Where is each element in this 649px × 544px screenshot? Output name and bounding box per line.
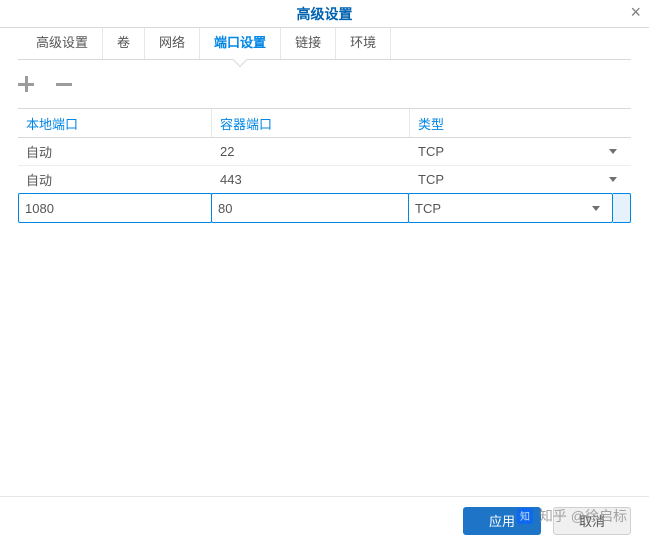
cancel-button[interactable]: 取消 — [553, 507, 631, 535]
cell-type: TCP — [410, 144, 631, 159]
port-table: 本地端口 容器端口 类型 自动 22 TCP 自动 443 TCP — [18, 108, 631, 223]
select-highlight — [613, 193, 631, 223]
plus-icon[interactable] — [18, 76, 38, 96]
chevron-down-icon[interactable] — [609, 149, 617, 154]
cell-local-port: 自动 — [18, 170, 212, 189]
tab-network[interactable]: 网络 — [145, 28, 200, 59]
tab-port-settings[interactable]: 端口设置 — [200, 28, 281, 59]
close-icon[interactable]: × — [630, 3, 641, 21]
chevron-down-icon[interactable] — [609, 177, 617, 182]
tab-advanced[interactable]: 高级设置 — [18, 28, 103, 59]
tab-volume[interactable]: 卷 — [103, 28, 145, 59]
table-row-editing: TCP — [18, 193, 631, 223]
table-row[interactable]: 自动 443 TCP — [18, 166, 631, 194]
chevron-down-icon — [592, 206, 600, 211]
dialog-title: 高级设置 — [297, 4, 353, 24]
toolbar — [18, 76, 631, 96]
type-select[interactable]: TCP — [408, 193, 613, 223]
apply-button[interactable]: 应用 — [463, 507, 541, 535]
column-header-container-port[interactable]: 容器端口 — [212, 109, 410, 137]
tab-link[interactable]: 链接 — [281, 28, 336, 59]
cell-container-port: 22 — [212, 144, 410, 159]
minus-icon[interactable] — [56, 76, 76, 96]
cell-local-port: 自动 — [18, 142, 212, 161]
cell-type: TCP — [410, 172, 631, 187]
column-header-local-port[interactable]: 本地端口 — [18, 109, 212, 137]
table-row[interactable]: 自动 22 TCP — [18, 138, 631, 166]
cell-container-port: 443 — [212, 172, 410, 187]
container-port-input[interactable] — [211, 193, 409, 223]
local-port-input[interactable] — [18, 193, 212, 223]
tab-env[interactable]: 环境 — [336, 28, 391, 59]
tab-strip: 高级设置 卷 网络 端口设置 链接 环境 — [18, 28, 631, 60]
column-header-type[interactable]: 类型 — [410, 109, 631, 137]
